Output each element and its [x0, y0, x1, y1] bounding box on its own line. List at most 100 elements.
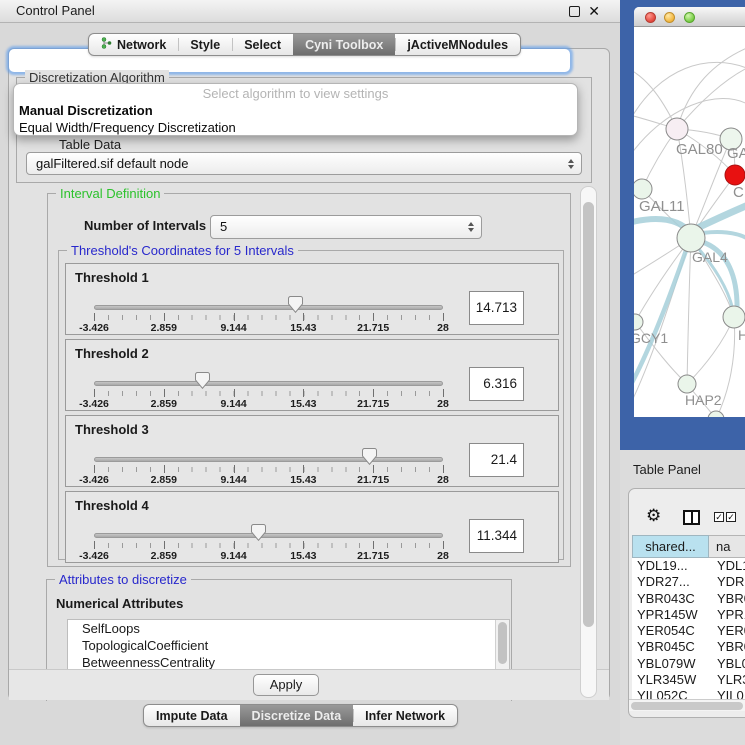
threshold-slider[interactable]: -3.426 2.859 9.144 15.43 21.715 28	[94, 340, 443, 412]
slider-ticks	[94, 541, 443, 549]
tick-label: 15.43	[290, 550, 316, 562]
network-node-label: C	[733, 184, 744, 201]
threshold-value-field[interactable]: 11.344	[469, 519, 524, 553]
zoom-traffic-light-icon[interactable]	[684, 12, 695, 23]
slider-track[interactable]	[94, 305, 443, 310]
apply-button[interactable]: Apply	[253, 674, 319, 696]
table-row[interactable]: YBR043C YBR0	[632, 591, 745, 607]
tab-infer-network[interactable]: Infer Network	[353, 705, 457, 726]
network-node-label: H	[738, 327, 745, 343]
table-panel: Table Panel ⚙ ✓ ✓ shared... na YDL19... …	[620, 450, 745, 745]
tick-label: 2.859	[151, 550, 177, 562]
table-row[interactable]: YLR345W YLR3	[632, 672, 745, 688]
threshold-slider[interactable]: -3.426 2.859 9.144 15.43 21.715 28	[94, 416, 443, 488]
slider-track[interactable]	[94, 533, 443, 538]
tab-impute-data[interactable]: Impute Data	[144, 705, 240, 726]
slider-thumb[interactable]	[195, 372, 210, 389]
threshold-value-field[interactable]: 14.713	[469, 291, 524, 325]
network-node[interactable]	[634, 314, 643, 330]
tick-label: 21.715	[357, 322, 389, 334]
slider-tick-labels: -3.426 2.859 9.144 15.43 21.715 28	[94, 550, 443, 562]
dropdown-prompt: Select algorithm to view settings	[14, 85, 577, 102]
tab-style[interactable]: Style	[178, 34, 232, 55]
network-node-label: GAL80	[676, 141, 723, 158]
tick-label: 28	[437, 322, 449, 334]
number-of-intervals-combobox[interactable]: 5	[210, 215, 482, 239]
close-icon[interactable]: ✕	[588, 0, 600, 22]
slider-track[interactable]	[94, 457, 443, 462]
float-window-icon[interactable]	[569, 6, 580, 17]
thresholds-group: Threshold's Coordinates for 5 Intervals …	[58, 250, 564, 560]
table-row[interactable]: YDR27... YDR2	[632, 574, 745, 590]
minimize-traffic-light-icon[interactable]	[664, 12, 675, 23]
scrollbar-thumb[interactable]	[631, 702, 743, 710]
table-row[interactable]: YIL052C YIL0	[632, 688, 745, 699]
network-node[interactable]	[678, 375, 696, 393]
dropdown-option-manual[interactable]: Manual Discretization	[14, 102, 577, 119]
table-row[interactable]: YER054C YER0	[632, 623, 745, 639]
tick-label: 9.144	[220, 322, 246, 334]
network-node[interactable]	[634, 179, 652, 199]
attribute-item[interactable]: TopologicalCoefficient	[68, 637, 509, 654]
control-panel: Control Panel ✕ Network Style Select Cyn…	[0, 0, 620, 745]
network-node[interactable]	[723, 306, 745, 328]
threshold-panel: Threshold 2	[65, 339, 559, 411]
slider-thumb[interactable]	[362, 448, 377, 465]
bottom-tab-bar: Impute Data Discretize Data Infer Networ…	[143, 704, 458, 727]
network-node-label: GAL4	[692, 249, 728, 265]
tick-label: 2.859	[151, 474, 177, 486]
attributes-list-scrollbar[interactable]	[495, 620, 509, 670]
slider-track[interactable]	[94, 381, 443, 386]
threshold-slider[interactable]: -3.426 2.859 9.144 15.43 21.715 28	[94, 492, 443, 564]
column-header-name[interactable]: na	[709, 535, 745, 558]
tab-select[interactable]: Select	[232, 34, 293, 55]
number-of-intervals-label: Number of Intervals	[84, 218, 206, 233]
scrollbar-thumb[interactable]	[583, 202, 594, 627]
attribute-item[interactable]: SelfLoops	[68, 620, 509, 637]
settings-vertical-scrollbar[interactable]	[580, 186, 597, 698]
network-icon	[101, 37, 112, 52]
apply-strip: Apply	[9, 669, 609, 700]
interval-definition-group: Interval Definition Number of Intervals …	[47, 193, 571, 567]
slider-ticks	[94, 313, 443, 321]
tab-discretize-data[interactable]: Discretize Data	[240, 705, 354, 726]
dropdown-option-equal-width[interactable]: Equal Width/Frequency Discretization	[14, 119, 577, 136]
network-window-titlebar[interactable]	[634, 7, 745, 27]
tick-label: 21.715	[357, 550, 389, 562]
threshold-value-field[interactable]: 21.4	[469, 443, 524, 477]
gear-icon[interactable]: ⚙	[646, 507, 661, 524]
slider-thumb[interactable]	[251, 524, 266, 541]
network-node[interactable]	[725, 165, 745, 185]
checkbox-icon[interactable]: ✓	[714, 512, 724, 522]
tab-network[interactable]: Network	[89, 34, 178, 55]
checkbox-icon[interactable]: ✓	[726, 512, 736, 522]
column-layout-icon[interactable]	[683, 510, 700, 525]
table-row[interactable]: YBL079W YBL0	[632, 656, 745, 672]
column-header-shared-name[interactable]: shared...	[632, 535, 709, 558]
numerical-attributes-list[interactable]: SelfLoops TopologicalCoefficient Between…	[67, 619, 510, 671]
table-row[interactable]: YPR145W YPR1	[632, 607, 745, 623]
table-rows: YDL19... YDL1 YDR27... YDR2 YBR043C YBR0…	[632, 558, 745, 699]
table-row[interactable]: YDL19... YDL1	[632, 558, 745, 574]
table-data-combobox[interactable]: galFiltered.sif default node	[26, 152, 582, 175]
tick-label: -3.426	[79, 550, 109, 562]
network-view-frame: GAL80GACGAL11GAL4GCY1HHAP2	[620, 0, 745, 450]
tick-label: 28	[437, 398, 449, 410]
network-node-label: GA	[727, 145, 745, 162]
table-row[interactable]: YBR045C YBR0	[632, 639, 745, 655]
tab-cyni-toolbox[interactable]: Cyni Toolbox	[293, 34, 395, 55]
table-horizontal-scrollbar[interactable]	[629, 699, 745, 711]
tick-label: -3.426	[79, 474, 109, 486]
scrollbar-thumb[interactable]	[498, 622, 507, 664]
network-canvas[interactable]: GAL80GACGAL11GAL4GCY1HHAP2	[634, 27, 745, 417]
network-node[interactable]	[666, 118, 688, 140]
close-traffic-light-icon[interactable]	[645, 12, 656, 23]
cyni-toolbox-panel: Discretization Algorithm Table Data galF…	[8, 48, 610, 700]
threshold-slider[interactable]: -3.426 2.859 9.144 15.43 21.715 28	[94, 264, 443, 336]
tab-jactivemnodules[interactable]: jActiveMNodules	[395, 34, 520, 55]
network-node[interactable]	[677, 224, 705, 252]
threshold-value-field[interactable]: 6.316	[469, 367, 524, 401]
tick-label: -3.426	[79, 398, 109, 410]
slider-thumb[interactable]	[288, 296, 303, 313]
tick-label: 28	[437, 474, 449, 486]
